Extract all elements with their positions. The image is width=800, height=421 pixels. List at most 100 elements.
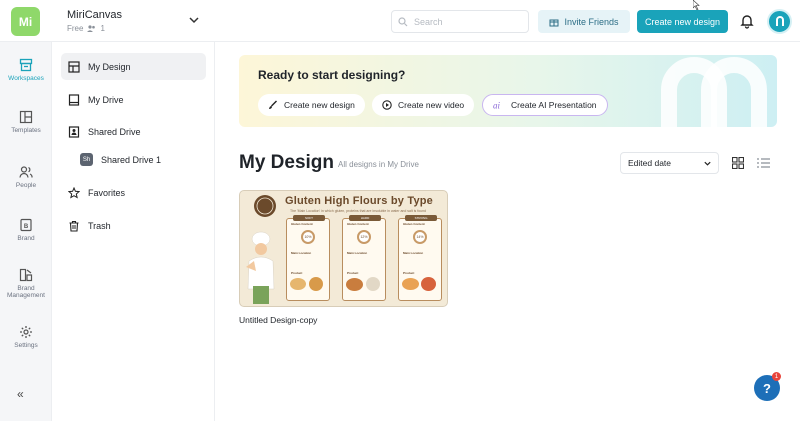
bell-icon[interactable] [739, 13, 755, 29]
create-new-video-pill[interactable]: Create new video [372, 94, 475, 116]
chevron-down-icon [704, 161, 711, 166]
svg-text:ai: ai [493, 101, 501, 111]
workspace-logo[interactable]: Mi [11, 7, 40, 36]
nav-label: My Design [88, 61, 131, 72]
nav-item-shared-drive[interactable]: Shared Drive [61, 118, 206, 145]
food-illustration [346, 278, 363, 291]
rail-label: Brand Management [7, 285, 45, 299]
food-illustration [309, 277, 323, 291]
brush-icon [269, 100, 277, 109]
invite-friends-button[interactable]: Invite Friends [538, 10, 630, 33]
top-header: Mi MiriCanvas Free 1 Invite Friends Crea… [0, 0, 800, 42]
grid-view-icon[interactable] [732, 157, 744, 169]
nav-item-trash[interactable]: Trash [61, 212, 206, 239]
sort-select[interactable]: Edited date [620, 152, 719, 174]
people-icon [19, 166, 33, 178]
rail-item-people[interactable]: People [0, 165, 52, 189]
food-illustration [290, 278, 306, 290]
invite-friends-label: Invite Friends [564, 16, 619, 27]
create-new-design-button[interactable]: Create new design [637, 10, 728, 33]
design-card-thumbnail[interactable]: Gluten High Flours by Type The 'Main Loc… [239, 190, 448, 307]
thumbnail-title: Gluten High Flours by Type [285, 195, 434, 207]
rail-item-brand-management[interactable]: Brand Management [0, 268, 52, 299]
nav-item-shared-drive-1[interactable]: Sh Shared Drive 1 [61, 146, 206, 173]
workspace-name[interactable]: MiriCanvas [67, 9, 122, 21]
row-label: Gluten Content [347, 222, 369, 226]
nav-label: Shared Drive [88, 126, 141, 137]
mouse-cursor-icon [693, 0, 700, 10]
rail-label: Workspaces [8, 75, 44, 82]
user-logo-icon [775, 15, 784, 26]
chevron-down-icon[interactable] [188, 14, 200, 26]
rail-label: Brand [17, 235, 35, 242]
banner-decoration [661, 57, 767, 127]
nav-item-favorites[interactable]: Favorites [61, 179, 206, 206]
nav-item-my-drive[interactable]: My Drive [61, 86, 206, 113]
column-head: SOFT [293, 215, 325, 221]
layout-icon [68, 60, 80, 73]
row-label: Main Location [291, 251, 312, 255]
ai-icon: ai [493, 101, 501, 111]
row-label: Product [347, 271, 359, 275]
search-icon [398, 16, 408, 26]
thumbnail-column: STRONG Gluten Content 14% Main Location … [398, 215, 442, 301]
column-head: HARD [349, 215, 381, 221]
shared-drive-icon [68, 125, 80, 138]
food-illustration [366, 277, 380, 291]
sort-value: Edited date [628, 158, 672, 168]
brand-icon: B [20, 218, 32, 232]
nav-label: Favorites [88, 187, 126, 198]
banner-title: Ready to start designing? [258, 68, 406, 82]
search-box[interactable] [391, 10, 529, 33]
row-label: Gluten Content [403, 222, 425, 226]
row-label: Product [403, 271, 415, 275]
nav-item-my-design[interactable]: My Design [61, 53, 206, 80]
rail-label: Settings [14, 342, 38, 349]
workspaces-icon [19, 58, 33, 72]
left-rail: Workspaces Templates People B Brand Bran… [0, 42, 52, 421]
templates-icon [19, 110, 33, 124]
nav-label: Shared Drive 1 [101, 154, 162, 165]
rail-label: Templates [11, 127, 41, 134]
list-view-icon[interactable] [757, 157, 770, 169]
search-input[interactable] [414, 16, 514, 27]
drive-icon [68, 93, 80, 106]
column-head: STRONG [405, 215, 437, 221]
percent-ring: 12% [357, 230, 371, 244]
plan-label: Free [67, 24, 84, 33]
brand-badge-icon [254, 195, 276, 217]
rail-item-settings[interactable]: Settings [0, 325, 52, 349]
pill-label: Create AI Presentation [511, 100, 597, 110]
create-new-design-pill[interactable]: Create new design [258, 94, 365, 116]
percent-ring: 10% [301, 230, 315, 244]
row-label: Gluten Content [291, 222, 313, 226]
food-illustration [421, 277, 436, 291]
trash-icon [69, 220, 79, 232]
row-label: Main Location [403, 251, 424, 255]
gift-icon [549, 19, 559, 26]
avatar[interactable] [767, 9, 792, 34]
page-subtitle: All designs in My Drive [338, 160, 419, 169]
play-icon [382, 100, 392, 110]
percent-ring: 14% [413, 230, 427, 244]
star-icon [68, 186, 80, 199]
rail-item-templates[interactable]: Templates [0, 110, 52, 134]
start-designing-banner: Ready to start designing? Create new des… [239, 55, 777, 127]
member-count: 1 [100, 24, 105, 33]
thumbnail-column: HARD Gluten Content 12% Main Location Pr… [342, 215, 386, 301]
rail-label: People [15, 182, 37, 189]
thumbnail-column: SOFT Gluten Content 10% Main Location Pr… [286, 215, 330, 301]
members-icon [87, 25, 96, 32]
pill-label: Create new design [284, 100, 355, 110]
svg-text:B: B [24, 224, 29, 230]
row-label: Main Location [347, 251, 368, 255]
design-card-name[interactable]: Untitled Design-copy [239, 315, 317, 325]
collapse-sidebar-button[interactable]: « [17, 387, 33, 401]
row-label: Product [291, 271, 303, 275]
create-ai-presentation-pill[interactable]: ai Create AI Presentation [482, 94, 608, 116]
thumbnail-subtitle: The 'Main Location' in which gluten, pro… [290, 209, 426, 213]
rail-item-workspaces[interactable]: Workspaces [0, 58, 52, 82]
nav-label: My Drive [88, 94, 124, 105]
rail-item-brand[interactable]: B Brand [0, 218, 52, 242]
drive-nav-panel: My Design My Drive Shared Drive Sh Share… [52, 42, 215, 421]
